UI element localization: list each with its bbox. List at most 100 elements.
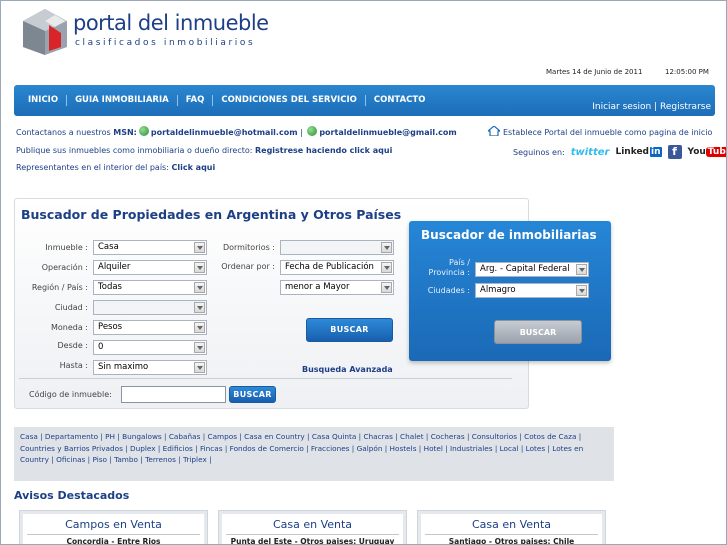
featured-card[interactable]: Casa en Venta Punta del Este - Otros pai…: [218, 510, 407, 545]
nav-guia-inmobiliaria[interactable]: GUIA INMOBILIARIA: [67, 95, 178, 106]
search-button[interactable]: BUSCAR: [306, 318, 393, 342]
chevron-down-icon: [194, 322, 205, 333]
chevron-down-icon: [576, 285, 587, 296]
ordenar-label: Ordenar por :: [221, 262, 275, 271]
ordenar-value: Fecha de Publicación: [285, 262, 374, 272]
homepage-link[interactable]: Establece Portal del inmueble como pagin…: [488, 126, 712, 137]
logo-subtitle: clasificados inmobiliarios: [75, 38, 256, 48]
dormitorios-select[interactable]: [280, 240, 394, 255]
desde-label: Desde :: [57, 341, 89, 350]
featured-card[interactable]: Casa en Venta Santiago - Otros paises: C…: [417, 510, 606, 545]
youtube-tube-text: Tube: [705, 147, 726, 157]
chevron-down-icon: [576, 264, 587, 275]
chevron-down-icon: [381, 262, 392, 273]
code-divider: [19, 378, 512, 379]
featured-card[interactable]: Campos en Venta Concordia - Entre Rios: [19, 510, 208, 545]
page: portal del inmueble clasificados inmobil…: [0, 0, 727, 545]
follow-label: Seguinos en:: [513, 147, 565, 157]
desde-select[interactable]: 0: [93, 340, 207, 355]
featured-card-location: Concordia - Entre Rios: [66, 537, 161, 545]
search-title: Buscador de Propiedades en Argentina y O…: [21, 207, 402, 222]
main-nav: INICIO GUIA INMOBILIARIA FAQ CONDICIONES…: [14, 85, 715, 116]
ciudades-value: Almagro: [480, 285, 516, 295]
chevron-down-icon: [194, 302, 205, 313]
msn-icon-2: [307, 126, 318, 136]
code-input[interactable]: [121, 386, 226, 403]
pais-select[interactable]: Arg. - Capital Federal: [475, 262, 589, 277]
site-logo[interactable]: portal del inmueble clasificados inmobil…: [21, 7, 269, 61]
reps-text: Representantes en el interior del país:: [16, 163, 169, 172]
linkedin-icon[interactable]: Linked in: [615, 147, 662, 157]
current-date: Martes 14 de Junio de 2011: [546, 68, 643, 76]
youtube-icon[interactable]: YouTube: [687, 147, 726, 157]
featured-title: Avisos Destacados: [14, 489, 130, 502]
facebook-icon[interactable]: f: [667, 145, 682, 159]
advanced-search-link[interactable]: Busqueda Avanzada: [302, 365, 393, 374]
moneda-select[interactable]: Pesos: [93, 320, 207, 335]
nav-condiciones[interactable]: CONDICIONES DEL SERVICIO: [213, 95, 366, 106]
publish-text: Publique sus inmuebles como inmobiliaria…: [16, 146, 253, 155]
twitter-icon[interactable]: twitter: [571, 147, 610, 158]
card-divider: [425, 534, 598, 535]
desde-value: 0: [98, 342, 104, 352]
featured-card-body: Casa en Venta Santiago - Otros paises: C…: [421, 514, 602, 545]
region-select[interactable]: Todas: [93, 280, 207, 295]
chevron-down-icon: [194, 362, 205, 373]
featured-card-location: Punta del Este - Otros paises: Uruguay: [230, 537, 395, 545]
logo-title: portal del inmueble: [73, 11, 269, 35]
linkedin-in-text: in: [650, 147, 662, 157]
hasta-label: Hasta :: [59, 361, 88, 370]
region-value: Todas: [98, 282, 122, 292]
msn-prefix: Contactanos a nuestros: [16, 128, 111, 137]
region-label: Región / País :: [31, 283, 88, 292]
operacion-value: Alquiler: [98, 262, 131, 272]
category-links[interactable]: Casa | Departamento | PH | Bungalows | C…: [14, 427, 614, 481]
msn-email-hotmail[interactable]: portaldelinmueble@hotmail.com: [151, 128, 298, 137]
chevron-down-icon: [194, 342, 205, 353]
nav-inicio[interactable]: INICIO: [20, 95, 68, 106]
agency-search-button[interactable]: BUSCAR: [494, 320, 582, 344]
reps-click-link[interactable]: Click aqui: [171, 163, 215, 172]
featured-card-location: Santiago - Otros paises: Chile: [448, 537, 575, 545]
featured-card-title: Casa en Venta: [471, 518, 552, 531]
ciudades-label: Ciudades :: [427, 286, 470, 295]
featured-card-body: Casa en Venta Punta del Este - Otros pai…: [222, 514, 403, 545]
nav-contacto[interactable]: CONTACTO: [366, 95, 434, 106]
ordenar-select[interactable]: Fecha de Publicación: [280, 260, 394, 275]
operacion-select[interactable]: Alquiler: [93, 260, 207, 275]
chevron-down-icon: [381, 282, 392, 293]
dormitorios-label: Dormitorios :: [222, 243, 275, 252]
agency-search-panel: Buscador de inmobiliarias País / Provinc…: [409, 221, 611, 361]
moneda-value: Pesos: [98, 322, 123, 332]
code-search-button[interactable]: BUSCAR: [229, 386, 276, 403]
msn-contact-line: Contactanos a nuestros MSN: portaldelinmu…: [16, 126, 457, 137]
register-link[interactable]: Registrarse: [660, 102, 711, 112]
featured-card-title: Casa en Venta: [272, 518, 353, 531]
operacion-label: Operación :: [41, 263, 88, 272]
chevron-down-icon: [194, 242, 205, 253]
inmueble-value: Casa: [98, 242, 119, 252]
ciudades-select[interactable]: Almagro: [475, 283, 589, 298]
msn-email-gmail[interactable]: portaldelinmueble@gmail.com: [319, 128, 456, 137]
pais-label-line2: Provincia :: [428, 268, 470, 277]
pais-value: Arg. - Capital Federal: [480, 264, 570, 274]
inmueble-label: Inmueble :: [45, 243, 88, 252]
house-logo-icon: [23, 9, 67, 55]
inmueble-select[interactable]: Casa: [93, 240, 207, 255]
publish-line: Publique sus inmuebles como inmobiliaria…: [16, 146, 392, 155]
card-divider: [226, 534, 399, 535]
orden-value: menor a Mayor: [285, 282, 350, 292]
register-click-link[interactable]: Registrese haciendo click aqui: [255, 146, 392, 155]
nav-faq[interactable]: FAQ: [178, 95, 214, 106]
msn-label: MSN:: [113, 128, 137, 137]
login-link[interactable]: Iniciar sesion: [592, 102, 651, 112]
chevron-down-icon: [381, 242, 392, 253]
current-time: 12:05:00 PM: [665, 68, 709, 76]
ciudad-select[interactable]: [93, 300, 207, 315]
hasta-select[interactable]: Sin maximo: [93, 360, 207, 375]
moneda-label: Moneda :: [50, 323, 88, 332]
youtube-text: You: [687, 147, 706, 157]
msn-icon: [138, 126, 149, 136]
orden-direction-select[interactable]: menor a Mayor: [280, 280, 394, 295]
homepage-text: Establece Portal del inmueble como pagin…: [503, 128, 713, 137]
